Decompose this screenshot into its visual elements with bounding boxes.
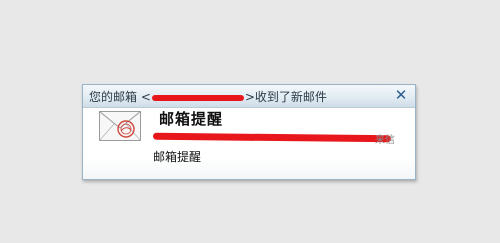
notification-body[interactable]: 邮箱提醒 来信 邮箱提醒 xyxy=(83,108,415,179)
envelope-with-stamp-icon xyxy=(99,111,141,141)
mail-subject[interactable]: 邮箱提醒 xyxy=(153,148,201,165)
sender-tail-text: 来信 xyxy=(375,135,395,146)
title-bar: 您的邮箱 < >收到了新邮件 ✕ xyxy=(83,85,415,108)
close-icon: ✕ xyxy=(394,86,408,104)
close-button[interactable]: ✕ xyxy=(394,86,408,104)
sender-row: 来信 xyxy=(152,132,403,146)
mail-notification-popup[interactable]: 您的邮箱 < >收到了新邮件 ✕ 邮箱提醒 来信 邮箱提醒 xyxy=(82,84,416,180)
redacted-email-address xyxy=(151,94,244,101)
title-text: 您的邮箱 < >收到了新邮件 xyxy=(89,88,327,105)
notification-heading: 邮箱提醒 xyxy=(159,110,224,128)
title-prefix: 您的邮箱 < xyxy=(89,90,151,104)
title-suffix: >收到了新邮件 xyxy=(244,90,327,104)
redacted-sender xyxy=(152,132,392,143)
